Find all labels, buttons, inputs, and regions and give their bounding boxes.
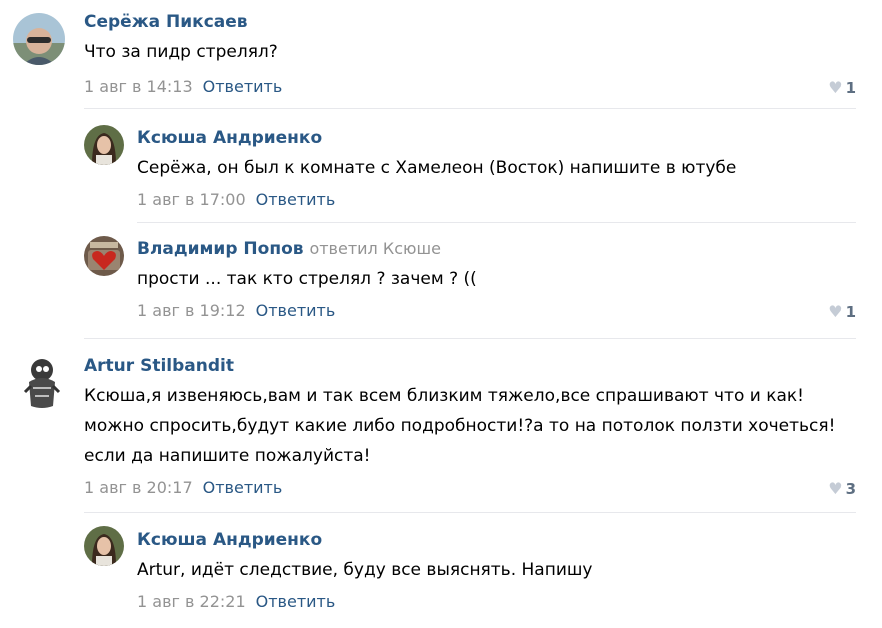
- comment-date[interactable]: 1 авг в 20:17: [84, 478, 193, 497]
- reply-button[interactable]: Ответить: [256, 190, 336, 209]
- heart-icon: ♥: [828, 302, 843, 321]
- user-photo-icon: [13, 13, 65, 65]
- like-button[interactable]: ♥ 3: [828, 479, 856, 498]
- author-name[interactable]: Artur Stilbandit: [84, 356, 234, 376]
- separator: [84, 108, 856, 109]
- like-button[interactable]: ♥ 1: [828, 78, 856, 97]
- avatar[interactable]: [84, 526, 124, 566]
- avatar[interactable]: [84, 125, 124, 165]
- author-name-text[interactable]: Владимир Попов: [137, 239, 304, 259]
- author-name-text[interactable]: Ксюша Андриенко: [137, 530, 322, 550]
- comment-date[interactable]: 1 авг в 17:00: [137, 190, 246, 209]
- author-name-text[interactable]: Artur Stilbandit: [84, 356, 234, 376]
- comment-date[interactable]: 1 авг в 14:13: [84, 77, 193, 96]
- reply-button[interactable]: Ответить: [256, 592, 336, 611]
- heart-icon: ♥: [828, 479, 843, 498]
- reply-button[interactable]: Ответить: [203, 77, 283, 96]
- author-name-text[interactable]: Серёжа Пиксаев: [84, 12, 248, 32]
- user-photo-icon: [17, 352, 67, 412]
- author-name[interactable]: Ксюша Андриенко: [137, 128, 322, 148]
- comment-text: Ксюша,я извеняюсь,вам и так всем близким…: [84, 386, 836, 466]
- comment-meta: 1 авг в 14:13 Ответить: [84, 77, 282, 96]
- reply-button[interactable]: Ответить: [256, 301, 336, 320]
- author-name-text[interactable]: Ксюша Андриенко: [137, 128, 322, 148]
- comment-meta: 1 авг в 20:17 Ответить: [84, 478, 282, 497]
- separator: [137, 222, 856, 223]
- author-name[interactable]: Владимир Попов ответил Ксюше: [137, 239, 441, 259]
- separator: [84, 512, 856, 513]
- like-count: 1: [845, 303, 856, 321]
- author-name[interactable]: Ксюша Андриенко: [137, 530, 322, 550]
- comment-text: Серёжа, он был к комнате с Хамелеон (Вос…: [137, 158, 737, 178]
- avatar[interactable]: [17, 352, 67, 412]
- like-button[interactable]: ♥ 1: [828, 302, 856, 321]
- comment-text: Что за пидр стрелял?: [84, 42, 278, 62]
- like-count: 3: [845, 480, 856, 498]
- author-name[interactable]: Серёжа Пиксаев: [84, 12, 248, 32]
- user-photo-icon: [84, 526, 124, 566]
- avatar[interactable]: [84, 236, 124, 276]
- comment-text: Artur, идёт следствие, буду все выяснять…: [137, 560, 593, 580]
- comment-date[interactable]: 1 авг в 22:21: [137, 592, 246, 611]
- reply-button[interactable]: Ответить: [203, 478, 283, 497]
- comment-date[interactable]: 1 авг в 19:12: [137, 301, 246, 320]
- reply-to-label[interactable]: ответил Ксюше: [309, 239, 441, 258]
- comment-meta: 1 авг в 22:21 Ответить: [137, 592, 335, 611]
- comment-meta: 1 авг в 19:12 Ответить: [137, 301, 335, 320]
- separator: [84, 338, 856, 339]
- user-photo-icon: [84, 125, 124, 165]
- heart-icon: ♥: [828, 78, 843, 97]
- like-count: 1: [845, 79, 856, 97]
- user-photo-icon: [84, 236, 124, 276]
- avatar[interactable]: [13, 13, 65, 65]
- comment-text: прости ... так кто стрелял ? зачем ? ((: [137, 269, 477, 289]
- comment-meta: 1 авг в 17:00 Ответить: [137, 190, 335, 209]
